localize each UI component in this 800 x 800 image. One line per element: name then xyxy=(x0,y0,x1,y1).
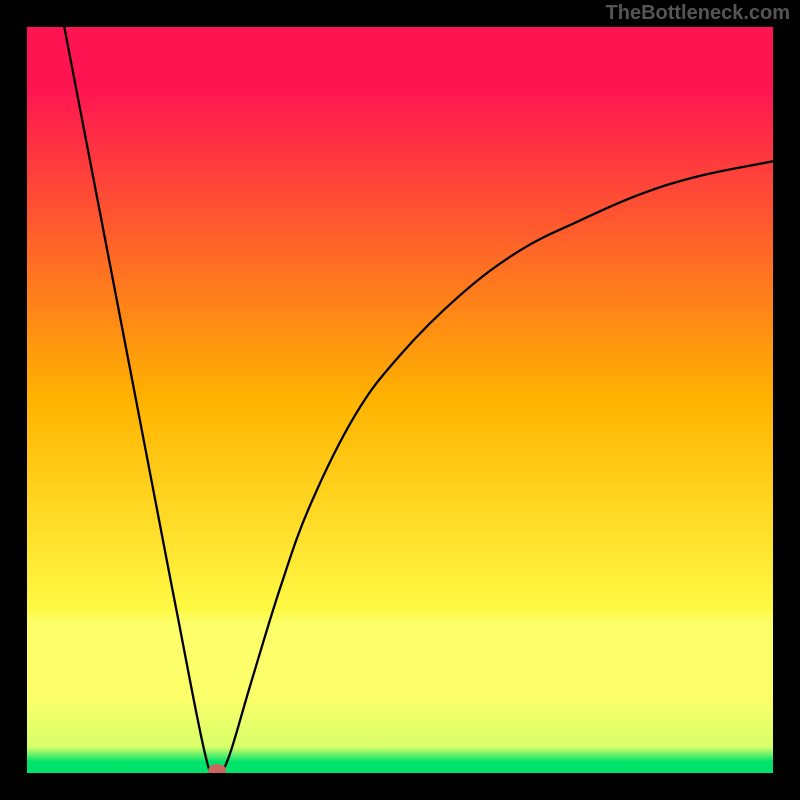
watermark-text: TheBottleneck.com xyxy=(606,2,790,25)
chart-stage: TheBottleneck.com xyxy=(0,0,800,800)
plot-area xyxy=(27,27,773,773)
bottleneck-curve xyxy=(27,27,773,773)
curve-minimum-marker xyxy=(208,764,226,773)
